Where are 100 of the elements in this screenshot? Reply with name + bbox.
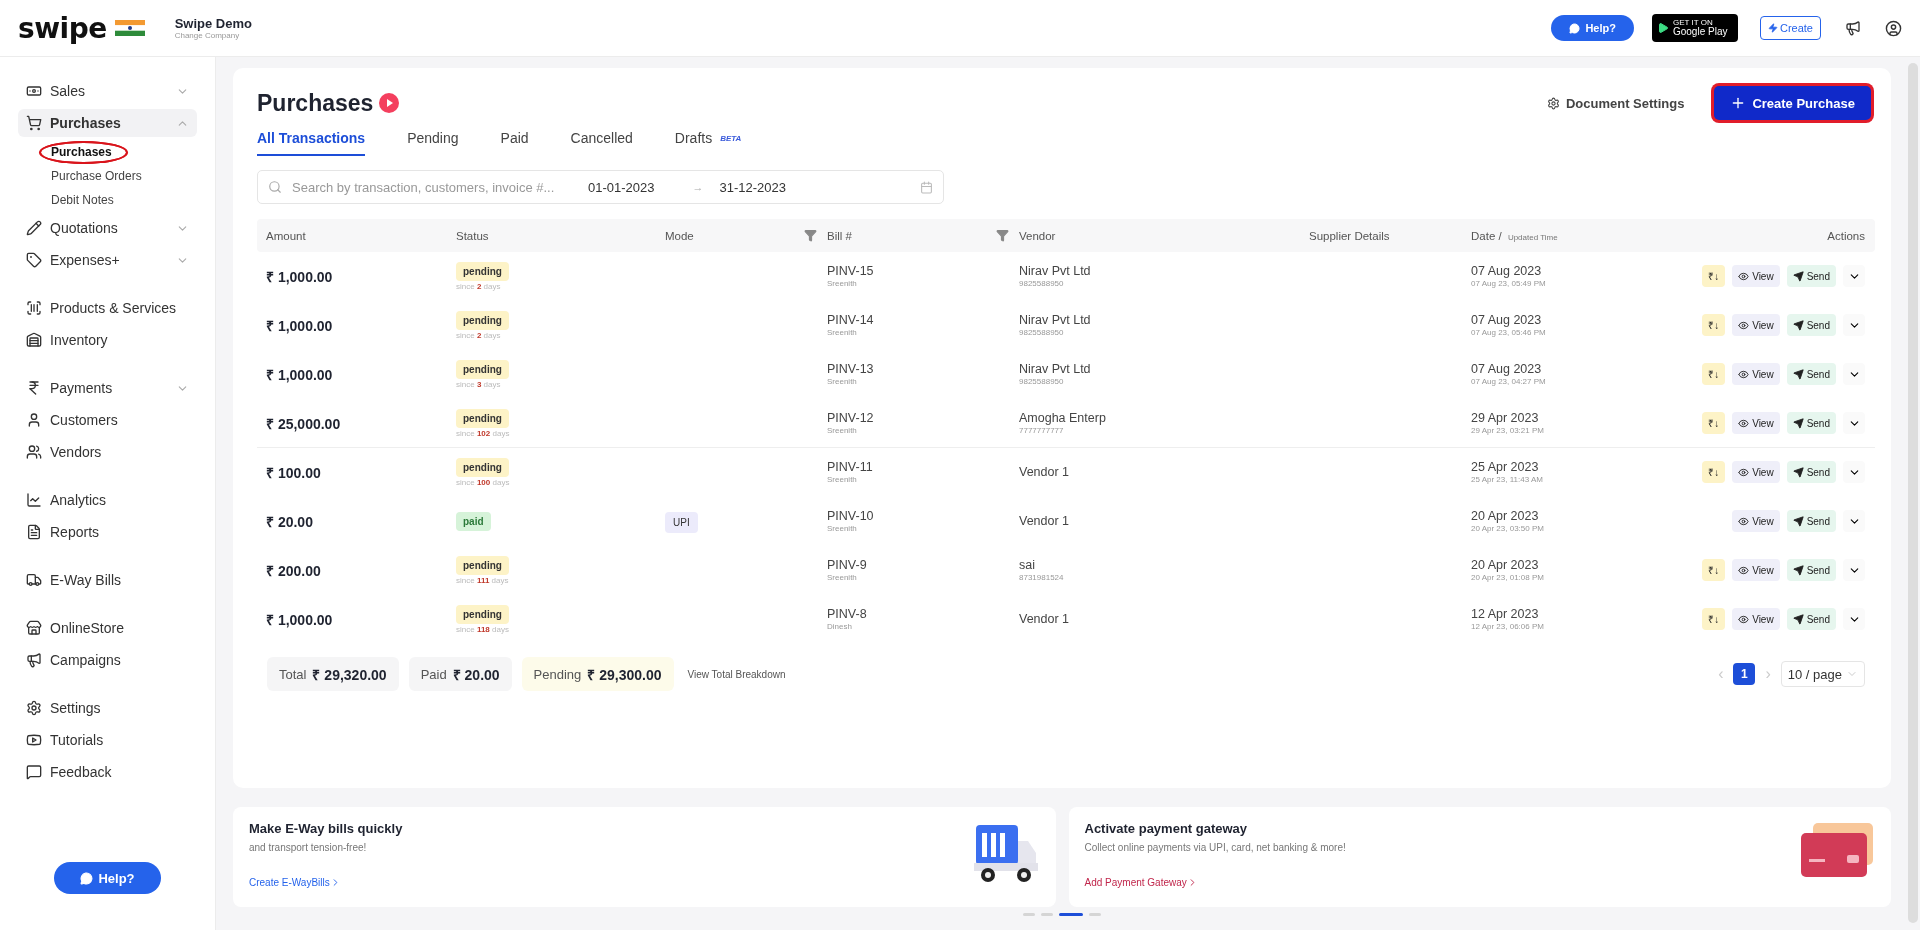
brand-logo[interactable]: swipe — [18, 11, 107, 45]
sidebar-item[interactable]: Tutorials — [18, 726, 197, 754]
carousel-indicator[interactable] — [1059, 913, 1083, 916]
tab[interactable]: Pending — [407, 126, 459, 156]
more-dropdown-button[interactable] — [1843, 412, 1865, 434]
send-button[interactable]: Send — [1786, 559, 1836, 581]
sidebar-item[interactable]: Expenses+ — [18, 246, 197, 274]
sidebar-item[interactable]: Vendors — [18, 438, 197, 466]
create-purchase-button[interactable]: Create Purchase — [1714, 86, 1871, 120]
sidebar-item[interactable]: Inventory — [18, 326, 197, 354]
google-play-badge[interactable]: GET IT ON Google Play — [1651, 14, 1738, 42]
view-button[interactable]: View — [1732, 265, 1780, 287]
more-dropdown-button[interactable] — [1843, 314, 1865, 336]
banner-title: Activate payment gateway — [1084, 821, 1249, 836]
banner-link[interactable]: Create E-WayBills — [249, 877, 974, 888]
sidebar-item[interactable]: Feedback — [18, 758, 197, 786]
sidebar-item[interactable]: Campaigns — [18, 646, 197, 674]
search-field[interactable]: Search by transaction, customers, invoice #... 01-01-2023 → 31-12-2023 — [257, 170, 944, 204]
end-date[interactable]: 31-12-2023 — [719, 179, 786, 195]
rupee-icon — [26, 380, 42, 396]
sidebar-item[interactable]: Purchases — [18, 109, 197, 137]
record-payment-button[interactable]: ₹↓ — [1702, 363, 1726, 385]
updated-time: 20 Apr 23, 03:50 PM — [1471, 524, 1545, 533]
tab[interactable]: Paid — [500, 126, 529, 156]
view-button[interactable]: View — [1732, 608, 1780, 630]
page-number-button[interactable]: 1 — [1733, 663, 1756, 685]
more-dropdown-button[interactable] — [1843, 363, 1865, 385]
vendor-name: Vendor 1 — [1019, 514, 1071, 528]
created-by: Sreenith — [827, 279, 858, 288]
send-button[interactable]: Send — [1786, 461, 1836, 483]
send-button[interactable]: Send — [1786, 608, 1836, 630]
record-payment-button[interactable]: ₹↓ — [1702, 559, 1726, 581]
bill-number: PINV-14 — [827, 313, 875, 327]
tab[interactable]: Drafts BETA — [674, 126, 742, 156]
account-icon[interactable] — [1885, 19, 1902, 37]
scrollbar[interactable] — [1908, 63, 1918, 923]
view-button[interactable]: View — [1732, 363, 1780, 385]
view-button[interactable]: View — [1732, 461, 1780, 483]
play-icon[interactable] — [379, 93, 400, 113]
beta-label: BETA — [720, 134, 742, 143]
help-button[interactable]: Help? — [54, 862, 161, 894]
send-button[interactable]: Send — [1786, 363, 1836, 385]
eye-icon — [1738, 270, 1750, 282]
view-breakdown-link[interactable]: View Total Breakdown — [687, 668, 786, 680]
send-button[interactable]: Send — [1786, 510, 1836, 532]
sidebar-item[interactable]: Payments — [18, 374, 197, 402]
warehouse-icon — [26, 332, 42, 348]
tab[interactable]: Cancelled — [570, 126, 633, 156]
megaphone-icon[interactable] — [1845, 20, 1861, 36]
banner-title: Make E-Way bills quickly — [249, 821, 404, 836]
sidebar-item[interactable]: OnlineStore — [18, 614, 197, 642]
amount-cell-text: ₹ 20.00 — [266, 512, 314, 531]
sidebar-subitem[interactable]: Debit Notes — [51, 191, 114, 210]
send-button[interactable]: Send — [1786, 412, 1836, 434]
sidebar-subitem[interactable]: Purchases — [41, 143, 126, 162]
more-dropdown-button[interactable] — [1843, 510, 1865, 532]
users-icon — [26, 444, 42, 460]
sidebar-subitem[interactable]: Purchase Orders — [51, 167, 142, 186]
page-size-select[interactable]: 10 / page — [1780, 661, 1865, 687]
status-badge: pending — [456, 604, 509, 624]
send-button[interactable]: Send — [1786, 265, 1836, 287]
send-icon — [1792, 613, 1804, 625]
record-payment-button[interactable]: ₹↓ — [1702, 412, 1726, 434]
start-date[interactable]: 01-01-2023 — [588, 179, 655, 195]
more-dropdown-button[interactable] — [1843, 265, 1865, 287]
sidebar-item[interactable]: Sales — [18, 77, 197, 105]
more-dropdown-button[interactable] — [1843, 559, 1865, 581]
updated-time: 07 Aug 23, 05:46 PM — [1471, 328, 1547, 337]
sidebar-item[interactable]: Customers — [18, 406, 197, 434]
record-payment-button[interactable]: ₹↓ — [1702, 265, 1726, 287]
document-settings-button[interactable]: Document Settings — [1540, 94, 1691, 112]
more-dropdown-button[interactable] — [1843, 608, 1865, 630]
sidebar-item[interactable]: E-Way Bills — [18, 566, 197, 594]
filter-icon[interactable] — [996, 229, 1009, 242]
sidebar-item[interactable]: Quotations — [18, 214, 197, 242]
view-button[interactable]: View — [1732, 510, 1780, 532]
vendor-name: sai — [1019, 558, 1036, 572]
create-button[interactable]: Create — [1759, 16, 1821, 40]
record-payment-button[interactable]: ₹↓ — [1702, 461, 1726, 483]
banner-link[interactable]: Add Payment Gateway — [1084, 877, 1799, 888]
vendor-name: Vendor 1 — [1019, 465, 1071, 479]
settings-icon — [1546, 96, 1560, 110]
tab[interactable]: All Transactions — [257, 126, 366, 156]
record-payment-button[interactable]: ₹↓ — [1702, 314, 1726, 336]
sidebar-item[interactable]: Settings — [18, 694, 197, 722]
sidebar-item[interactable]: Analytics — [18, 486, 197, 514]
send-button[interactable]: Send — [1786, 314, 1836, 336]
more-dropdown-button[interactable] — [1843, 461, 1865, 483]
view-button[interactable]: View — [1732, 559, 1780, 581]
view-button[interactable]: View — [1732, 412, 1780, 434]
column-header: Supplier Details — [1309, 229, 1390, 242]
record-payment-button[interactable]: ₹↓ — [1702, 608, 1726, 630]
sidebar-item[interactable]: Products & Services — [18, 294, 197, 322]
bill-number: PINV-15 — [827, 264, 875, 278]
filter-icon[interactable] — [804, 229, 817, 242]
bill-number: PINV-13 — [827, 362, 875, 376]
sidebar-item[interactable]: Reports — [18, 518, 197, 546]
view-button[interactable]: View — [1732, 314, 1780, 336]
vendor-name: Nirav Pvt Ltd — [1019, 264, 1092, 278]
help-button[interactable]: Help? — [1551, 15, 1634, 41]
